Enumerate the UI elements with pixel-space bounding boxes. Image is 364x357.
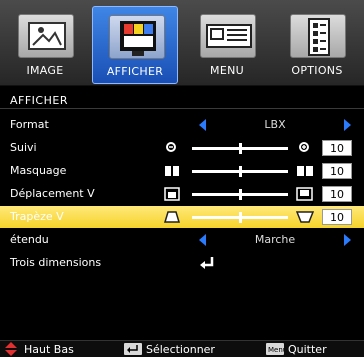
- footer-select-label: Sélectionner: [146, 343, 215, 356]
- arrow-left-icon[interactable]: [199, 234, 206, 246]
- deplacement-v-slider[interactable]: [192, 189, 288, 200]
- row-masquage[interactable]: Masquage 10: [0, 160, 364, 182]
- etendu-label: étendu: [10, 233, 49, 246]
- deplacement-v-value: 10: [322, 186, 352, 202]
- keystone-bottom-wide-icon: [295, 210, 315, 224]
- footer-bar: Haut Bas Sélectionner Menu Quitter: [0, 340, 364, 357]
- menu-monitor-icon: [200, 14, 256, 58]
- mask-wide-icon: [296, 164, 314, 178]
- masquage-label: Masquage: [10, 164, 67, 177]
- suivi-value: 10: [322, 140, 352, 156]
- tab-image[interactable]: IMAGE: [2, 6, 88, 84]
- enter-key-icon: [124, 343, 142, 355]
- deplacement-v-label: Déplacement V: [10, 187, 95, 200]
- svg-text:Menu: Menu: [268, 346, 284, 354]
- format-value: LBX: [264, 118, 286, 131]
- tab-menu[interactable]: MENU: [184, 6, 270, 84]
- tab-bar: IMAGE AFFICHER MENU OPTIONS: [0, 0, 364, 86]
- row-format[interactable]: Format LBX: [0, 114, 364, 136]
- osd-menu: IMAGE AFFICHER MENU OPTIONS AFFICHER For…: [0, 0, 364, 357]
- zoom-in-icon: [296, 141, 314, 155]
- arrow-right-icon[interactable]: [344, 119, 351, 131]
- arrow-right-icon[interactable]: [344, 234, 351, 246]
- display-icon: [109, 15, 165, 59]
- tab-afficher[interactable]: AFFICHER: [92, 6, 178, 84]
- etendu-value: Marche: [254, 233, 296, 246]
- up-down-icon: [4, 342, 18, 356]
- tab-options-label: OPTIONS: [291, 64, 343, 77]
- masquage-slider[interactable]: [192, 166, 288, 177]
- header-divider: [0, 108, 364, 109]
- suivi-slider[interactable]: [192, 143, 288, 154]
- zoom-out-icon: [164, 141, 180, 155]
- tab-image-label: IMAGE: [26, 64, 64, 77]
- trois-dimensions-label: Trois dimensions: [10, 256, 102, 269]
- shift-up-icon: [296, 187, 314, 201]
- row-etendu[interactable]: étendu Marche: [0, 229, 364, 251]
- format-label: Format: [10, 118, 49, 131]
- section-title: AFFICHER: [10, 94, 68, 107]
- masquage-value: 10: [322, 163, 352, 179]
- row-suivi[interactable]: Suivi 10: [0, 137, 364, 159]
- shift-down-icon: [164, 187, 180, 201]
- keystone-top-wide-icon: [163, 210, 181, 224]
- suivi-label: Suivi: [10, 141, 37, 154]
- mask-narrow-icon: [164, 164, 180, 178]
- options-document-icon: [290, 14, 346, 58]
- slider-thumb[interactable]: [239, 212, 242, 223]
- row-trois-dimensions[interactable]: Trois dimensions: [0, 252, 364, 274]
- tab-menu-label: MENU: [210, 64, 244, 77]
- trapeze-v-label: Trapèze V: [10, 210, 64, 223]
- trapeze-v-slider[interactable]: [192, 212, 288, 223]
- arrow-left-icon[interactable]: [199, 119, 206, 131]
- tab-afficher-label: AFFICHER: [106, 65, 164, 78]
- menu-key-icon: Menu: [266, 343, 287, 355]
- trapeze-v-value: 10: [322, 209, 352, 225]
- slider-thumb[interactable]: [239, 166, 242, 177]
- row-deplacement-v[interactable]: Déplacement V 10: [0, 183, 364, 205]
- footer-nav-label: Haut Bas: [24, 343, 74, 356]
- tab-options[interactable]: OPTIONS: [274, 6, 360, 84]
- enter-icon[interactable]: [199, 255, 215, 271]
- slider-thumb[interactable]: [239, 143, 242, 154]
- footer-quit-label: Quitter: [288, 343, 327, 356]
- slider-thumb[interactable]: [239, 189, 242, 200]
- image-frame-icon: [18, 14, 74, 58]
- row-trapeze-v[interactable]: Trapèze V 10: [0, 206, 364, 228]
